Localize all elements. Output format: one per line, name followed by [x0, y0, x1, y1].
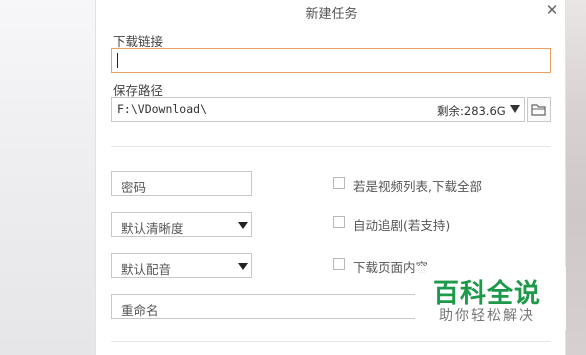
download-page-content-checkbox[interactable]: [333, 258, 345, 270]
quality-select-value: 默认清晰度: [121, 221, 184, 236]
dialog-title: 新建任务: [305, 7, 358, 22]
free-space-text: 剩余:283.6G: [437, 104, 506, 118]
watermark: 百科全说 助你轻松解决: [415, 266, 566, 330]
close-icon[interactable]: ✕: [543, 1, 561, 19]
rename-input[interactable]: 重命名: [111, 294, 417, 319]
divider: [111, 146, 551, 147]
browse-folder-button[interactable]: [527, 97, 551, 122]
dropdown-arrow-icon: [238, 263, 248, 270]
text-caret: [117, 53, 118, 68]
audio-select[interactable]: 默认配音: [111, 253, 252, 278]
rename-placeholder: 重命名: [121, 303, 159, 318]
audio-select-value: 默认配音: [121, 262, 172, 277]
background-right: [566, 0, 586, 355]
divider: [111, 341, 551, 342]
quality-select[interactable]: 默认清晰度: [111, 212, 252, 237]
save-path-select[interactable]: F:\VDownload\ 剩余:283.6G: [111, 97, 525, 122]
folder-icon: [531, 104, 546, 116]
dropdown-arrow-icon: [238, 222, 248, 229]
download-all-label: 若是视频列表,下载全部: [353, 179, 482, 194]
watermark-subtitle: 助你轻松解决: [439, 308, 535, 324]
save-path-value: F:\VDownload\: [117, 102, 208, 116]
download-all-checkbox[interactable]: [333, 177, 345, 189]
background-left: [0, 0, 95, 355]
password-input[interactable]: 密码: [111, 171, 252, 196]
password-placeholder: 密码: [121, 180, 147, 195]
download-link-input[interactable]: [111, 48, 551, 73]
auto-follow-checkbox[interactable]: [333, 216, 345, 228]
dropdown-arrow-icon[interactable]: [510, 105, 520, 113]
auto-follow-label: 自动追剧(若支持): [353, 218, 451, 233]
